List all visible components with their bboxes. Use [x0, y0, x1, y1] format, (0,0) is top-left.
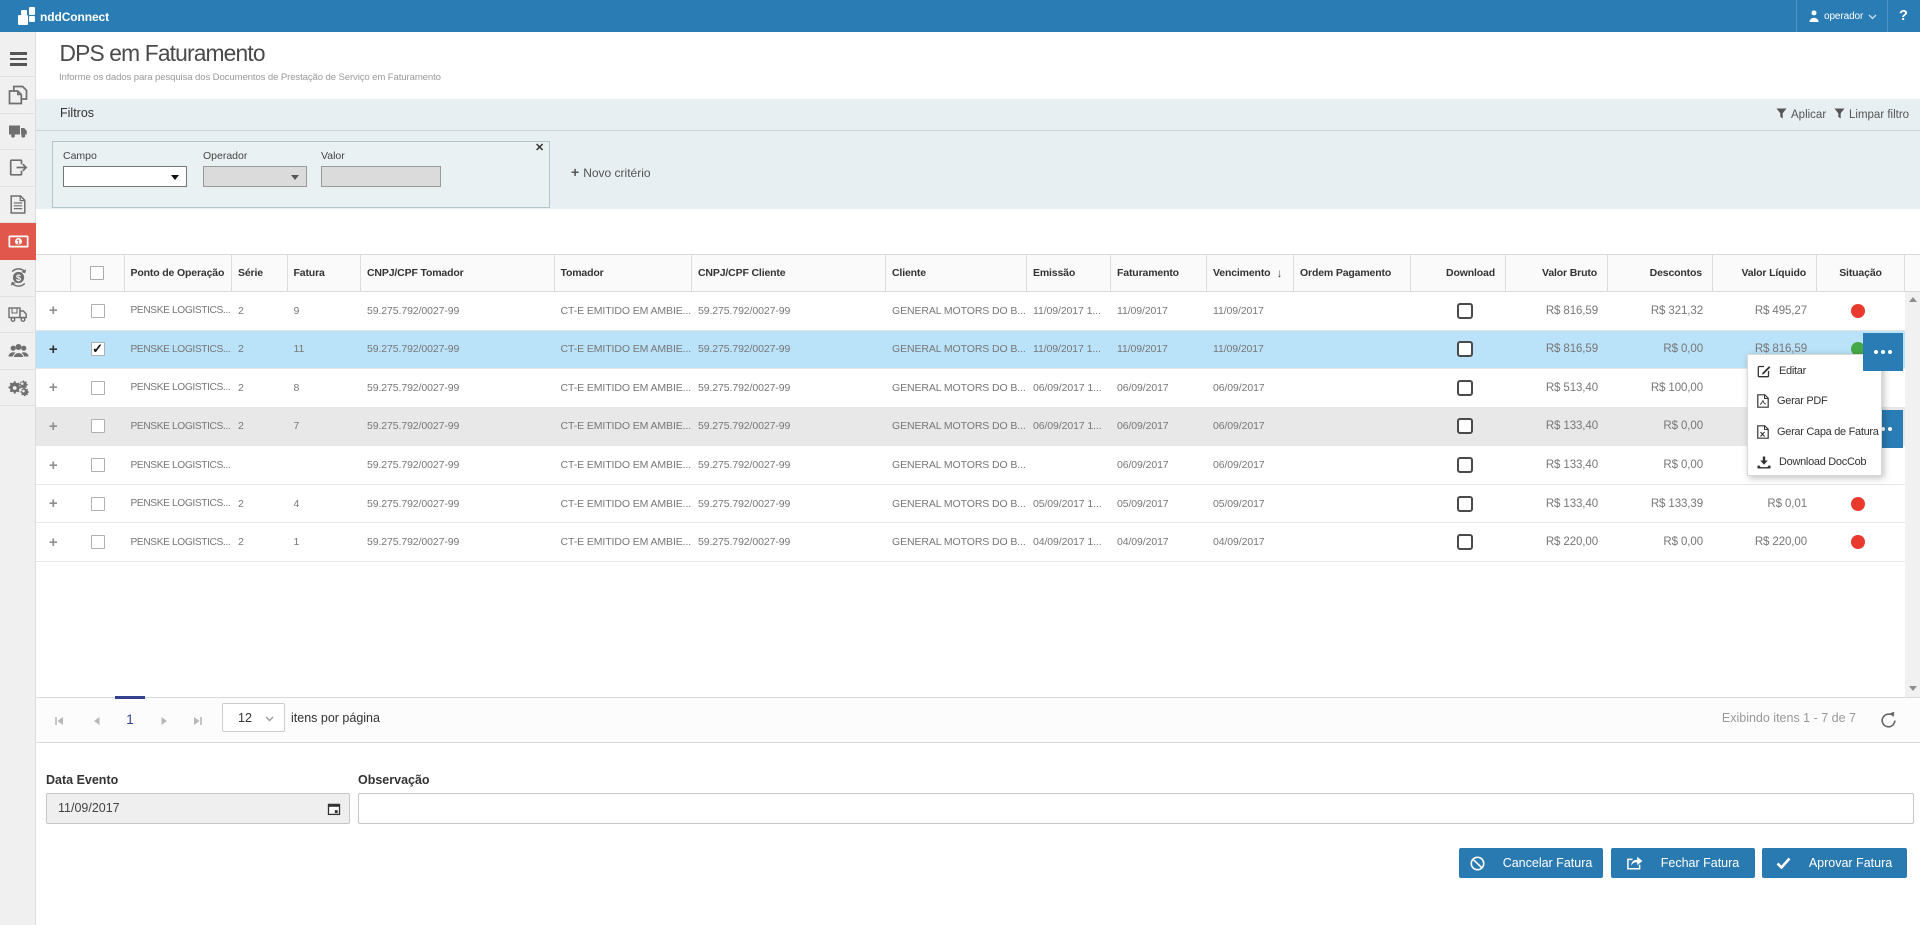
svg-text:1: 1	[16, 237, 20, 246]
svg-text:$: $	[15, 273, 21, 284]
